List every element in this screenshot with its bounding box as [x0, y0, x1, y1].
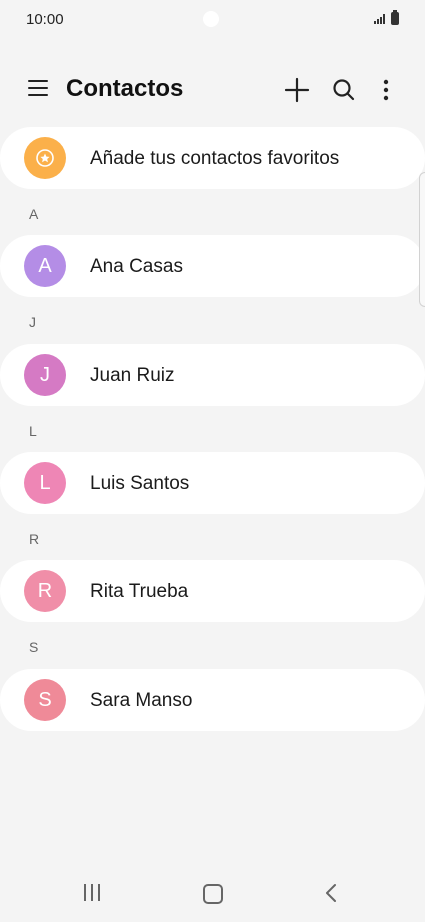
- section-header-r: R: [29, 531, 40, 547]
- avatar: R: [24, 570, 66, 612]
- add-favorites-card[interactable]: Añade tus contactos favoritos: [0, 127, 425, 189]
- contact-row[interactable]: L Luis Santos: [0, 452, 425, 514]
- star-icon: [36, 149, 54, 167]
- page-title: Contactos: [66, 75, 184, 102]
- section-header-l: L: [29, 423, 37, 439]
- menu-icon[interactable]: [28, 80, 48, 98]
- more-options-icon[interactable]: [370, 74, 402, 106]
- contact-name: Juan Ruiz: [90, 365, 175, 386]
- battery-icon: [391, 10, 399, 25]
- contact-row[interactable]: S Sara Manso: [0, 669, 425, 731]
- recent-apps-icon[interactable]: [84, 884, 102, 902]
- contact-name: Rita Trueba: [90, 581, 189, 602]
- contact-row[interactable]: R Rita Trueba: [0, 560, 425, 622]
- avatar: J: [24, 354, 66, 396]
- avatar: L: [24, 462, 66, 504]
- navigation-bar: [0, 862, 425, 922]
- contact-row[interactable]: J Juan Ruiz: [0, 344, 425, 406]
- avatar: A: [24, 245, 66, 287]
- avatar: S: [24, 679, 66, 721]
- signal-icon: [374, 14, 385, 24]
- fast-scroll-handle[interactable]: [419, 172, 425, 307]
- section-header-j: J: [29, 314, 36, 330]
- back-icon[interactable]: [322, 882, 340, 904]
- section-header-a: A: [29, 206, 39, 222]
- add-icon[interactable]: [281, 74, 313, 106]
- camera-cutout: [203, 11, 219, 27]
- favorites-label: Añade tus contactos favoritos: [90, 148, 340, 169]
- app-bar: Contactos: [0, 60, 425, 120]
- section-header-s: S: [29, 639, 39, 655]
- contact-row[interactable]: A Ana Casas: [0, 235, 425, 297]
- contact-name: Luis Santos: [90, 473, 190, 494]
- favorites-avatar: [24, 137, 66, 179]
- home-icon[interactable]: [203, 884, 223, 904]
- status-bar: 10:00: [0, 0, 425, 40]
- contact-name: Ana Casas: [90, 256, 183, 277]
- search-icon[interactable]: [328, 74, 360, 106]
- status-time: 10:00: [26, 11, 64, 28]
- contact-name: Sara Manso: [90, 690, 193, 711]
